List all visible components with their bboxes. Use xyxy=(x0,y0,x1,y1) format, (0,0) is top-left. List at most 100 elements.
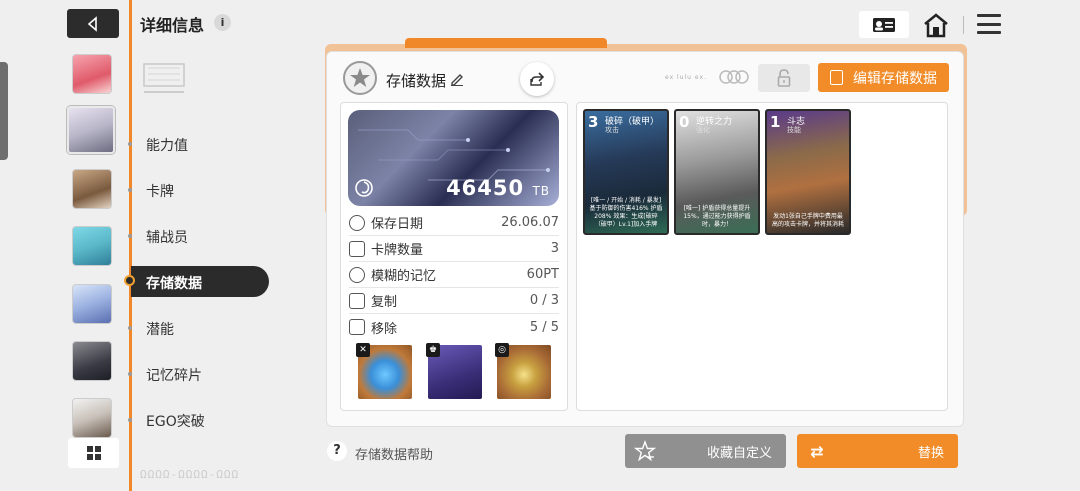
emblem-decoration xyxy=(143,63,185,93)
stat-row-card-count: 卡牌数量 3 xyxy=(349,236,559,262)
character-avatar-6[interactable] xyxy=(72,341,112,381)
character-avatar-1[interactable] xyxy=(72,54,112,94)
star-badge xyxy=(343,61,377,95)
home-button[interactable] xyxy=(920,10,952,40)
edit-storage-label: 编辑存储数据 xyxy=(853,70,937,87)
stat-label: 模糊的记忆 xyxy=(371,269,437,284)
swap-label: 替换 xyxy=(917,445,944,461)
star-icon xyxy=(350,68,370,87)
card-cost: 3 xyxy=(588,113,599,131)
rings-icon xyxy=(719,70,749,84)
nav-item-potential[interactable]: 潜能 xyxy=(146,319,174,339)
favorite-star-icon xyxy=(634,440,656,462)
nav-dot xyxy=(128,418,132,422)
stat-row-save-date: 保存日期 26.06.07 xyxy=(349,210,559,236)
nav-item-memory-fragments[interactable]: 记忆碎片 xyxy=(146,365,202,385)
nav-dot xyxy=(128,142,132,146)
page-title: 详细信息 xyxy=(140,16,205,35)
stat-value: 26.06.07 xyxy=(501,215,559,230)
grid-icon xyxy=(86,446,101,460)
accessory-tag-icon: ◎ xyxy=(495,343,509,357)
card-cost: 0 xyxy=(679,113,690,131)
spiral-logo-icon xyxy=(355,179,373,197)
card-description: [唯一 / 开始 / 消耗 / 暴发] 基于防御的伤害416% 护盾208% 效… xyxy=(589,197,663,228)
weapon-tag-icon: ✕ xyxy=(356,343,370,357)
card-type: 技能 xyxy=(787,126,801,134)
copy-icon xyxy=(349,292,365,309)
character-avatar-7[interactable] xyxy=(72,398,112,438)
menu-line xyxy=(977,14,1001,17)
menu-button[interactable] xyxy=(975,11,1003,37)
stat-value: 5 / 5 xyxy=(529,319,559,335)
lock-button[interactable] xyxy=(758,64,810,92)
nav-dot xyxy=(128,326,132,330)
panel-subtext: ex lulu ex. xyxy=(665,74,707,81)
nav-item-storage-label: 存储数据 xyxy=(146,276,202,292)
card-description: [唯一] 护盾获得总量提升15%，通过能力获得护盾时，暴力！ xyxy=(683,205,751,228)
card-description: 发动1张自己手牌中费用最高的攻击卡牌，并将其消耗 xyxy=(771,213,844,228)
armor-tag-icon: ♚ xyxy=(426,343,440,357)
cards-icon xyxy=(349,240,365,257)
stat-row-memory: 模糊的记忆 60PT xyxy=(349,262,559,288)
favorite-custom-label: 收藏自定义 xyxy=(706,445,772,461)
profile-card-button[interactable] xyxy=(859,11,909,38)
stat-value: 3 xyxy=(550,241,559,256)
memory-icon xyxy=(349,266,365,283)
stat-value: 0 / 3 xyxy=(529,293,559,308)
card-item[interactable]: 0 逆转之力 强化 [唯一] 护盾获得总量提升15%，通过能力获得护盾时，暴力！ xyxy=(674,109,760,235)
edit-storage-icon xyxy=(830,70,843,85)
nav-dot xyxy=(128,372,132,376)
swap-icon: ⇄ xyxy=(810,441,824,461)
capacity-value: 46450 xyxy=(446,176,525,200)
character-avatar-4[interactable] xyxy=(72,226,112,266)
character-avatar-selected[interactable] xyxy=(67,106,115,154)
card-item[interactable]: 1 斗志 技能 发动1张自己手牌中费用最高的攻击卡牌，并将其消耗 xyxy=(765,109,851,235)
panel-tab-accent xyxy=(405,38,607,48)
id-card-icon xyxy=(873,17,895,32)
info-icon[interactable]: i xyxy=(214,14,231,31)
help-icon[interactable]: ? xyxy=(327,441,347,461)
capacity-unit: TB xyxy=(532,184,550,198)
home-icon xyxy=(924,13,948,38)
grid-view-button[interactable] xyxy=(68,438,119,468)
character-avatar-3[interactable] xyxy=(72,169,112,209)
menu-line xyxy=(977,31,1001,34)
stat-label: 移除 xyxy=(371,321,398,337)
nav-item-stats[interactable]: 能力值 xyxy=(146,135,188,155)
back-button[interactable] xyxy=(67,9,119,38)
swap-button[interactable]: ⇄ 替换 xyxy=(797,434,958,468)
nav-dot xyxy=(128,188,132,192)
card-item[interactable]: 3 破碎（破甲） 攻击 [唯一 / 开始 / 消耗 / 暴发] 基于防御的伤害4… xyxy=(583,109,669,235)
bottom-decoration: ΩΩΩΩ-ΩΩΩΩ-ΩΩΩ xyxy=(140,468,240,481)
lock-icon xyxy=(777,69,791,87)
nav-item-ego-breakthrough[interactable]: EGO突破 xyxy=(146,411,205,431)
card-cost: 1 xyxy=(770,113,781,131)
stat-value: 60PT xyxy=(526,267,559,282)
edit-storage-button[interactable]: 编辑存储数据 xyxy=(818,63,949,92)
stat-label: 保存日期 xyxy=(371,217,424,232)
help-link[interactable]: 存储数据帮助 xyxy=(355,444,433,463)
storage-capacity: 46450 TB xyxy=(440,176,550,200)
panel-title: 存储数据 xyxy=(386,72,447,90)
character-avatar-5[interactable] xyxy=(72,284,112,324)
favorite-icon-wrap xyxy=(625,434,665,468)
menu-line xyxy=(977,22,1001,26)
remove-icon xyxy=(349,319,365,335)
card-type: 攻击 xyxy=(605,126,619,134)
stat-row-remove: 移除 5 / 5 xyxy=(349,314,559,340)
edge-notch xyxy=(0,62,8,160)
nav-item-support[interactable]: 辅战员 xyxy=(146,227,188,247)
stat-label: 复制 xyxy=(371,295,398,310)
stat-label: 卡牌数量 xyxy=(371,243,424,258)
share-icon xyxy=(530,72,545,86)
favorite-custom-button[interactable]: 收藏自定义 xyxy=(625,434,786,468)
header-separator xyxy=(963,16,964,34)
pencil-icon[interactable] xyxy=(450,72,464,86)
nav-active-indicator xyxy=(124,275,135,286)
share-button[interactable] xyxy=(520,62,554,96)
nav-dot xyxy=(128,234,132,238)
stat-row-copy: 复制 0 / 3 xyxy=(349,288,559,314)
back-arrow-icon xyxy=(87,15,97,32)
clock-icon xyxy=(349,214,365,231)
nav-item-cards[interactable]: 卡牌 xyxy=(146,181,174,201)
